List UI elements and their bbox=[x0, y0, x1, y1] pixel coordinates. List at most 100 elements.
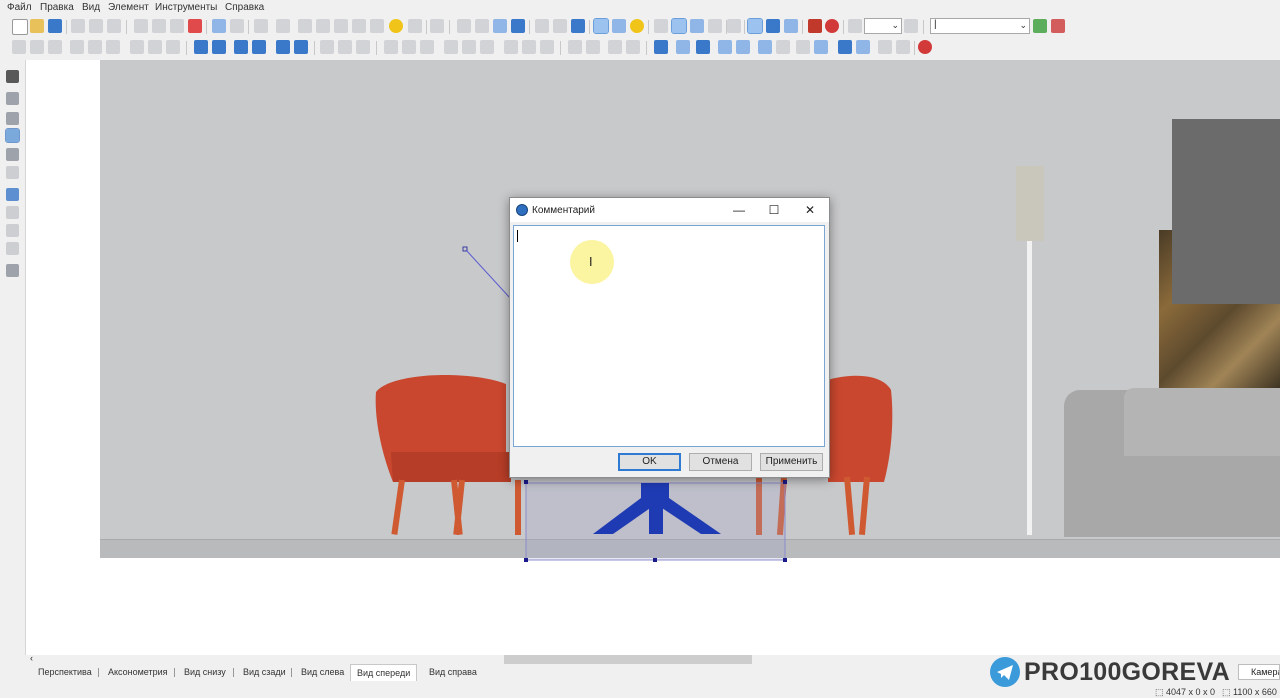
tab-left-view[interactable]: Вид слева bbox=[295, 664, 350, 680]
zoom-out-icon[interactable] bbox=[848, 19, 862, 33]
mirror-v-icon[interactable] bbox=[522, 40, 536, 54]
table-base[interactable] bbox=[521, 478, 791, 568]
place-top-icon[interactable] bbox=[234, 40, 248, 54]
magnet-snap-icon[interactable] bbox=[747, 18, 763, 34]
align-right-icon[interactable] bbox=[48, 40, 62, 54]
align-panel-icon[interactable] bbox=[6, 188, 19, 201]
maximize-icon[interactable]: ☐ bbox=[762, 202, 786, 218]
group-icon[interactable] bbox=[654, 40, 668, 54]
ok-button[interactable]: OK bbox=[618, 453, 681, 471]
camera-left-icon[interactable] bbox=[878, 40, 892, 54]
align-bottom-icon[interactable] bbox=[106, 40, 120, 54]
box-wire-icon[interactable] bbox=[535, 19, 549, 33]
fit-icon[interactable] bbox=[814, 40, 828, 54]
settings-icon[interactable] bbox=[254, 19, 268, 33]
grid-icon[interactable] bbox=[708, 19, 722, 33]
camera-orbit-icon[interactable] bbox=[856, 40, 870, 54]
size-width-icon[interactable] bbox=[338, 40, 352, 54]
menu-help[interactable]: Справка bbox=[225, 2, 264, 13]
view-solid-icon[interactable] bbox=[493, 19, 507, 33]
place-right-icon[interactable] bbox=[212, 40, 226, 54]
gap-h-icon[interactable] bbox=[384, 40, 398, 54]
link-icon[interactable] bbox=[352, 19, 366, 33]
align-center-icon[interactable] bbox=[30, 40, 44, 54]
dialog-titlebar[interactable]: Комментарий — ☐ ✕ bbox=[510, 198, 829, 222]
place-bottom-icon[interactable] bbox=[252, 40, 266, 54]
eye-icon[interactable] bbox=[727, 19, 741, 33]
layer-remove-icon[interactable] bbox=[1051, 19, 1065, 33]
bulb-icon[interactable] bbox=[630, 19, 644, 33]
zoom-combo[interactable]: ⌄ bbox=[864, 18, 902, 34]
gap-d-icon[interactable] bbox=[420, 40, 434, 54]
align-left-icon[interactable] bbox=[12, 40, 26, 54]
cut-tool-icon[interactable] bbox=[6, 224, 19, 237]
comment-textarea[interactable] bbox=[513, 225, 825, 447]
scroll-left-icon[interactable]: ‹ bbox=[30, 653, 33, 663]
menu-tools[interactable]: Инструменты bbox=[155, 2, 217, 13]
tab-back-view[interactable]: Вид сзади bbox=[237, 664, 292, 680]
panel-v-icon[interactable] bbox=[608, 40, 622, 54]
new-file-icon[interactable] bbox=[12, 19, 28, 35]
search-icon[interactable] bbox=[316, 19, 330, 33]
paint-icon[interactable] bbox=[6, 166, 19, 179]
panel-h-icon[interactable] bbox=[568, 40, 582, 54]
menu-view[interactable]: Вид bbox=[82, 2, 100, 13]
camera-right-icon[interactable] bbox=[896, 40, 910, 54]
rotate-icon[interactable] bbox=[758, 40, 772, 54]
menu-element[interactable]: Элемент bbox=[108, 2, 149, 13]
close-icon[interactable]: ✕ bbox=[798, 202, 822, 218]
scrollbar-thumb[interactable] bbox=[504, 655, 752, 664]
cancel-button[interactable]: Отмена bbox=[689, 453, 752, 471]
layer-combo[interactable]: | ⌄ bbox=[930, 18, 1030, 34]
materials-icon[interactable] bbox=[408, 19, 422, 33]
layer-add-icon[interactable] bbox=[1033, 19, 1047, 33]
gap-v-icon[interactable] bbox=[402, 40, 416, 54]
camera-eye-icon[interactable] bbox=[838, 40, 852, 54]
view-3d-icon[interactable] bbox=[457, 19, 471, 33]
tab-front-view[interactable]: Вид спереди bbox=[350, 664, 418, 681]
dimension-toggle-icon[interactable] bbox=[593, 18, 609, 34]
dimension-icon[interactable] bbox=[690, 19, 704, 33]
apply-button[interactable]: Применить bbox=[760, 453, 823, 471]
record-icon[interactable] bbox=[825, 19, 839, 33]
zoom-tool-icon[interactable] bbox=[6, 264, 19, 277]
menu-file[interactable]: Файл bbox=[7, 2, 32, 13]
measure-icon[interactable] bbox=[6, 92, 19, 105]
print-preview-icon[interactable] bbox=[71, 19, 85, 33]
hole-icon[interactable] bbox=[6, 242, 19, 255]
ungroup-icon[interactable] bbox=[676, 40, 690, 54]
mirror-d-icon[interactable] bbox=[540, 40, 554, 54]
minimize-icon[interactable]: — bbox=[727, 202, 751, 218]
export-icon[interactable] bbox=[107, 19, 121, 33]
paste-icon[interactable] bbox=[170, 19, 184, 33]
snap-icon[interactable] bbox=[612, 19, 626, 33]
texture-icon[interactable] bbox=[370, 19, 384, 33]
copy-icon[interactable] bbox=[152, 19, 166, 33]
tab-right-view[interactable]: Вид справа bbox=[423, 664, 483, 680]
magnet-icon[interactable] bbox=[808, 19, 822, 33]
menu-edit[interactable]: Правка bbox=[40, 2, 74, 13]
assembly-icon[interactable] bbox=[696, 40, 710, 54]
tag-icon[interactable] bbox=[654, 19, 668, 33]
scale-up-icon[interactable] bbox=[796, 40, 810, 54]
delete-icon[interactable] bbox=[188, 19, 202, 33]
stretch-icon[interactable] bbox=[6, 206, 19, 219]
panel-split-icon[interactable] bbox=[586, 40, 600, 54]
zoom-in-icon[interactable] bbox=[904, 19, 918, 33]
comment-tool-icon[interactable] bbox=[5, 128, 20, 143]
chair-left[interactable] bbox=[371, 372, 526, 537]
align-top-icon[interactable] bbox=[70, 40, 84, 54]
panel-cols-icon[interactable] bbox=[626, 40, 640, 54]
box-shaded-icon[interactable] bbox=[553, 19, 567, 33]
stop-icon[interactable] bbox=[918, 40, 932, 54]
move-icon[interactable] bbox=[776, 40, 790, 54]
cut-icon[interactable] bbox=[134, 19, 148, 33]
align-middle-icon[interactable] bbox=[88, 40, 102, 54]
undo-icon[interactable] bbox=[212, 19, 226, 33]
mirror-icon[interactable] bbox=[504, 40, 518, 54]
tab-bottom-view[interactable]: Вид снизу bbox=[178, 664, 232, 680]
place-left-icon[interactable] bbox=[194, 40, 208, 54]
stack-d-icon[interactable] bbox=[480, 40, 494, 54]
view-box-icon[interactable] bbox=[475, 19, 489, 33]
book-icon[interactable] bbox=[298, 19, 312, 33]
